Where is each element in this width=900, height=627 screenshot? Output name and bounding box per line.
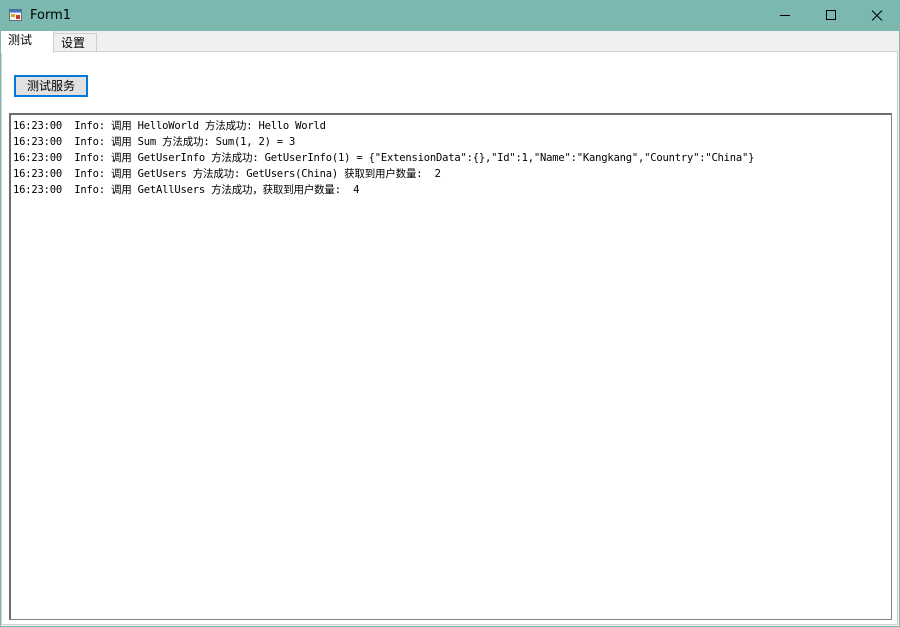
tab-settings[interactable]: 设置 — [53, 33, 97, 53]
tab-test-label: 测试 — [8, 33, 33, 47]
log-line: 16:23:00 Info: 调用 Sum 方法成功: Sum(1, 2) = … — [13, 136, 296, 148]
log-line: 16:23:00 Info: 调用 GetAllUsers 方法成功，获取到用户… — [13, 184, 360, 196]
test-tab-page: 测试服务 16:23:00 Info: 调用 HelloWorld 方法成功: … — [1, 51, 898, 625]
log-line: 16:23:00 Info: 调用 HelloWorld 方法成功: Hello… — [13, 120, 326, 132]
minimize-button[interactable] — [762, 0, 808, 31]
log-textbox[interactable]: 16:23:00 Info: 调用 HelloWorld 方法成功: Hello… — [9, 113, 892, 620]
title-bar[interactable]: Form1 — [0, 0, 900, 31]
test-service-button[interactable]: 测试服务 — [14, 75, 88, 97]
tab-test[interactable]: 测试 — [1, 31, 54, 53]
minimize-icon — [780, 15, 790, 16]
log-line: 16:23:00 Info: 调用 GetUserInfo 方法成功: GetU… — [13, 152, 755, 164]
tab-settings-label: 设置 — [61, 36, 86, 50]
close-icon — [871, 10, 883, 21]
maximize-button[interactable] — [808, 0, 854, 31]
window-title: Form1 — [30, 8, 72, 23]
close-button[interactable] — [854, 0, 900, 31]
form-app-icon[interactable] — [9, 8, 23, 22]
form-client-area: 测试 设置 测试服务 16:23:00 Info: 调用 HelloWorld … — [1, 31, 899, 626]
log-line: 16:23:00 Info: 调用 GetUsers 方法成功: GetUser… — [13, 168, 441, 180]
maximize-icon — [826, 10, 836, 20]
